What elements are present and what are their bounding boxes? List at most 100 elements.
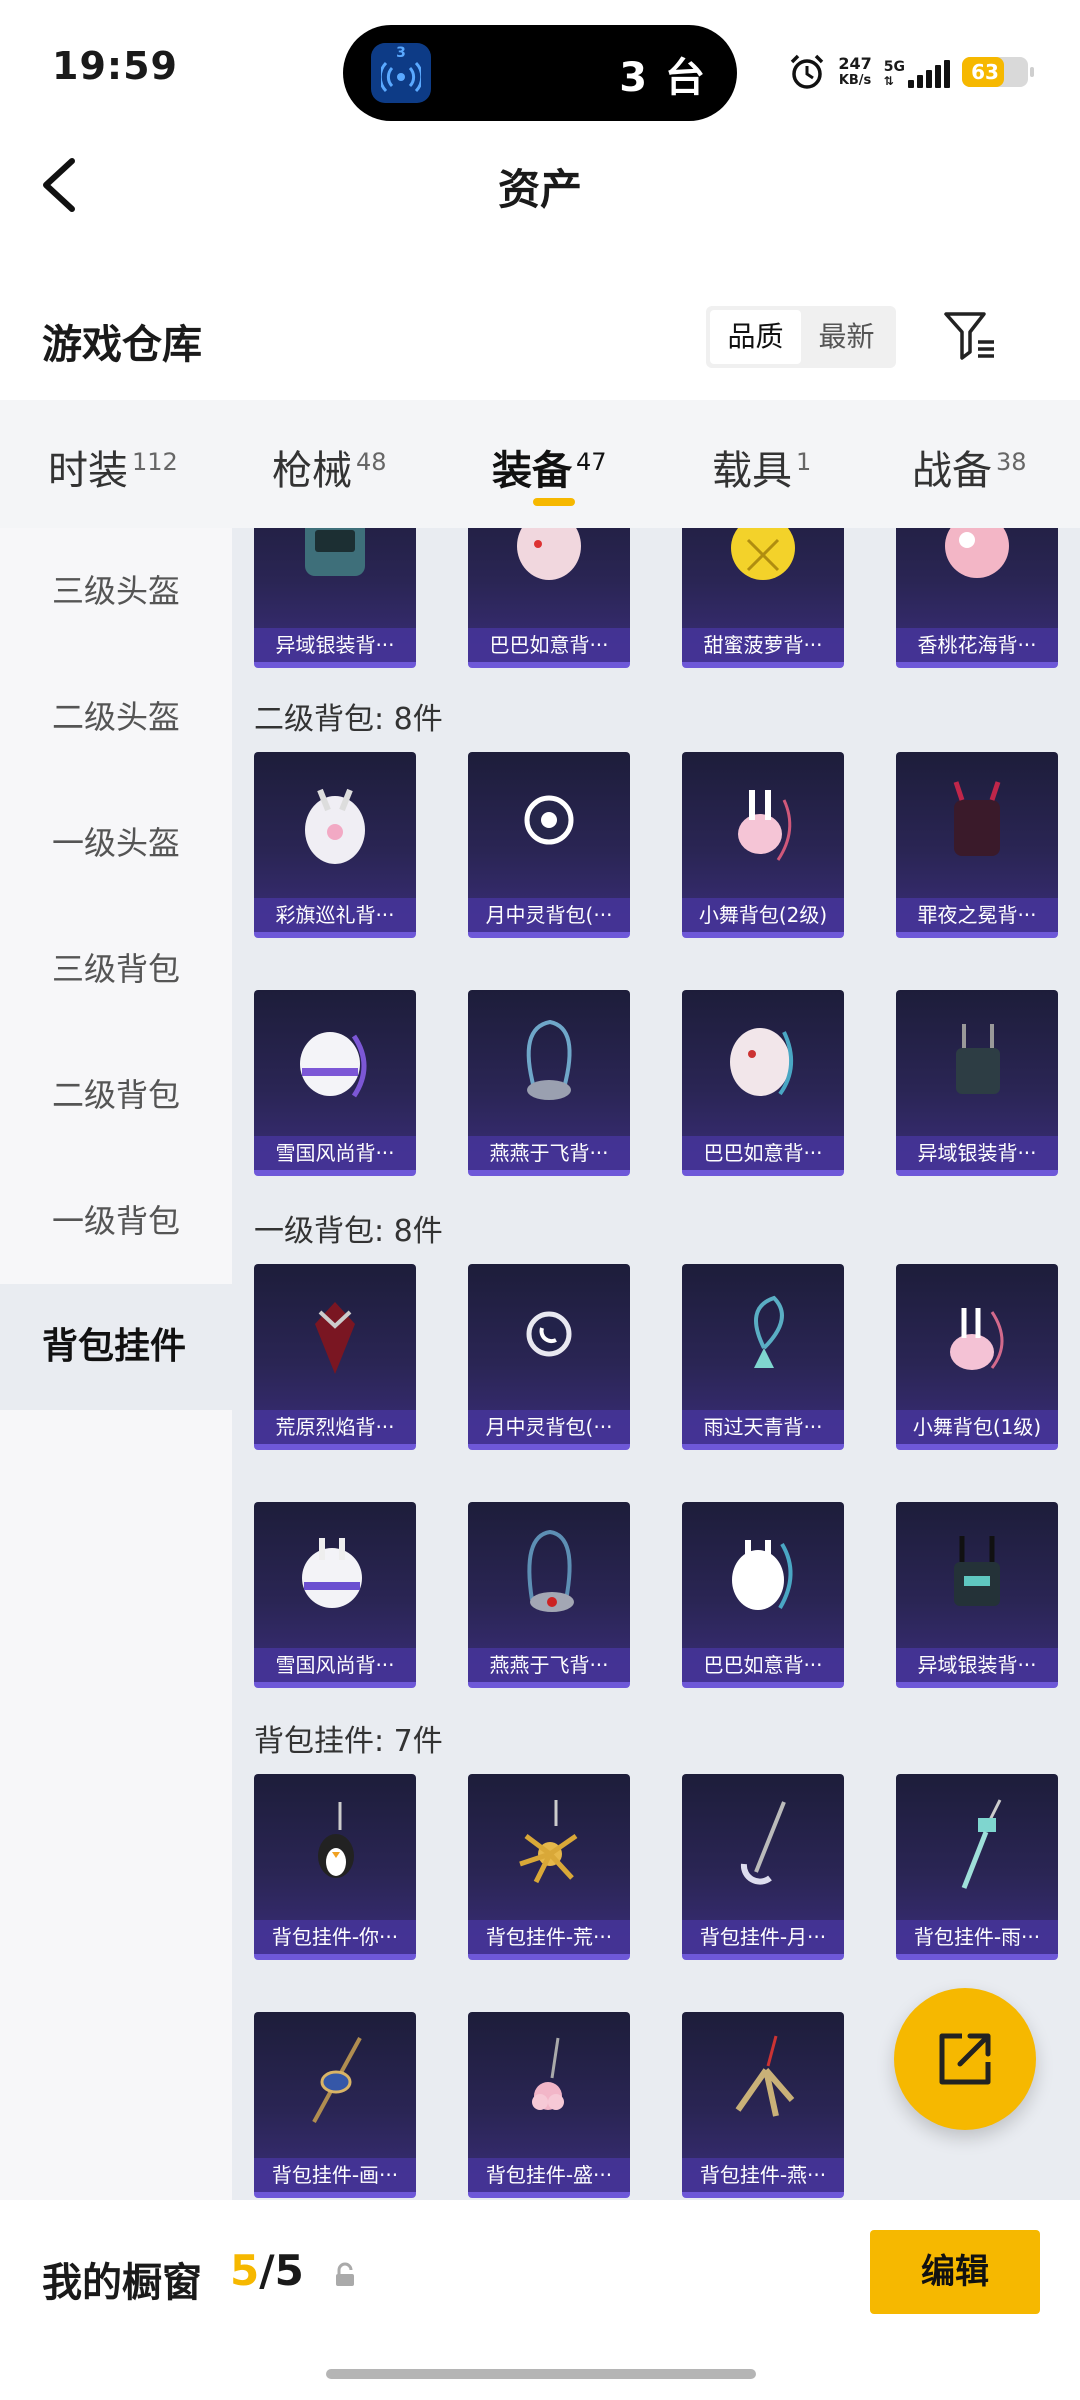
group-title: 二级背包: 8件 [254, 702, 443, 737]
item-card[interactable]: 甜蜜菠萝背··· [682, 528, 844, 668]
backpack-icon [945, 528, 1009, 578]
tab-guns[interactable]: 枪械 48 [272, 438, 387, 496]
item-card[interactable]: 月中灵背包(··· [468, 1264, 630, 1450]
backpack-icon [524, 795, 574, 845]
item-card[interactable]: 异域银装背··· [896, 990, 1058, 1176]
backpack-icon [754, 1295, 784, 1368]
net-speed: 247 KB/s [838, 55, 871, 89]
share-button[interactable] [894, 1988, 1036, 2130]
pendant-icon [312, 2037, 362, 2123]
item-card[interactable]: 雪国风尚背··· [254, 990, 416, 1176]
backpack-icon [527, 1529, 574, 1612]
item-card[interactable]: 雪国风尚背··· [254, 1502, 416, 1688]
item-name: 彩旗巡礼背··· [254, 898, 416, 932]
item-name: 背包挂件-雨··· [896, 1920, 1058, 1954]
sidebar-item-backpack-3[interactable]: 三级背包 [0, 906, 232, 1032]
dynamic-island[interactable]: 3 3 台 [343, 25, 737, 121]
item-name: 燕燕于飞背··· [468, 1136, 630, 1170]
tab-supplies[interactable]: 战备 38 [912, 438, 1027, 496]
tab-label: 装备 [492, 448, 572, 494]
showcase-label: 我的橱窗 [42, 2260, 202, 2306]
item-card[interactable]: 背包挂件-荒··· [468, 1774, 630, 1960]
category-tabs: 时装 112 枪械 48 装备 47 载具 1 战备 38 [0, 400, 1080, 528]
sort-newest-button[interactable]: 最新 [801, 310, 892, 364]
item-card[interactable]: 小舞背包(2级) [682, 752, 844, 938]
status-time: 19:59 [52, 44, 178, 88]
sidebar-item-pendant[interactable]: 背包挂件 [0, 1284, 232, 1410]
backpack-icon [526, 1019, 572, 1100]
item-card[interactable]: 异域银装背··· [896, 1502, 1058, 1688]
share-external-icon [939, 2033, 991, 2085]
alarm-icon [791, 54, 824, 89]
backpack-icon [526, 1311, 572, 1357]
item-name: 罪夜之冕背··· [896, 898, 1058, 932]
status-bar: 19:59 3 3 台 247 KB/s 5G ⇅ 63 [0, 0, 1080, 140]
item-card[interactable]: 背包挂件-月··· [682, 1774, 844, 1960]
pendant-icon [961, 1799, 1002, 1889]
item-card[interactable]: 背包挂件-你··· [254, 1774, 416, 1960]
backpack-icon [956, 1024, 1000, 1094]
item-card[interactable]: 荒原烈焰背··· [254, 1264, 416, 1450]
tab-count: 112 [132, 447, 178, 476]
tab-vehicles[interactable]: 载具 1 [712, 438, 811, 496]
home-indicator[interactable] [326, 2369, 756, 2379]
pendant-icon [740, 1801, 786, 1885]
item-name: 背包挂件-盛··· [468, 2158, 630, 2192]
item-name: 背包挂件-月··· [682, 1920, 844, 1954]
item-card[interactable]: 燕燕于飞背··· [468, 1502, 630, 1688]
item-name: 异域银装背··· [896, 1136, 1058, 1170]
item-card[interactable]: 燕燕于飞背··· [468, 990, 630, 1176]
item-name: 背包挂件-荒··· [468, 1920, 630, 1954]
item-card[interactable]: 巴巴如意背··· [682, 1502, 844, 1688]
tab-equipment[interactable]: 装备 47 [492, 438, 607, 496]
group-title: 一级背包: 8件 [254, 1214, 443, 1249]
tab-label: 时装 [48, 448, 128, 494]
item-card[interactable]: 小舞背包(1级) [896, 1264, 1058, 1450]
sidebar-item-helmet-3[interactable]: 三级头盔 [0, 528, 232, 654]
backpack-icon [738, 790, 792, 861]
tab-count: 38 [996, 447, 1027, 476]
item-name: 小舞背包(1级) [896, 1410, 1058, 1444]
item-card[interactable]: 背包挂件-画··· [254, 2012, 416, 2198]
tab-fashion[interactable]: 时装 112 [48, 438, 178, 496]
tab-count: 47 [576, 447, 607, 476]
item-card[interactable]: 彩旗巡礼背··· [254, 752, 416, 938]
sidebar-item-backpack-1[interactable]: 一级背包 [0, 1158, 232, 1284]
item-grid: 异域银装背··· 巴巴如意背··· 甜蜜菠萝背··· 香桃花海背··· 二级背包… [232, 528, 1080, 2200]
item-card[interactable]: 月中灵背包(··· [468, 752, 630, 938]
item-card[interactable]: 香桃花海背··· [896, 528, 1058, 668]
pendant-icon [318, 1802, 354, 1878]
edit-button[interactable]: 编辑 [870, 2230, 1040, 2314]
sidebar-item-backpack-2[interactable]: 二级背包 [0, 1032, 232, 1158]
item-card[interactable]: 背包挂件-雨··· [896, 1774, 1058, 1960]
item-card[interactable]: 巴巴如意背··· [682, 990, 844, 1176]
showcase-current: 5 [230, 2246, 260, 2295]
broadcast-icon: 3 [371, 43, 431, 103]
network-type: 5G [883, 59, 905, 75]
backpack-icon [302, 1538, 362, 1608]
item-card[interactable]: 雨过天青背··· [682, 1264, 844, 1450]
sidebar-item-helmet-2[interactable]: 二级头盔 [0, 654, 232, 780]
backpack-icon [315, 1302, 355, 1374]
sidebar-item-helmet-1[interactable]: 一级头盔 [0, 780, 232, 906]
backpack-icon [305, 528, 365, 576]
lock-icon [336, 2262, 354, 2286]
item-name: 月中灵背包(··· [468, 898, 630, 932]
backpack-icon [950, 1308, 1004, 1370]
warehouse-title: 游戏仓库 [42, 322, 202, 368]
item-name: 甜蜜菠萝背··· [682, 628, 844, 662]
item-card[interactable]: 背包挂件-燕··· [682, 2012, 844, 2198]
item-name: 雪国风尚背··· [254, 1136, 416, 1170]
filter-icon[interactable] [940, 308, 1000, 364]
sort-toggle: 品质 最新 [706, 306, 896, 368]
sort-quality-button[interactable]: 品质 [710, 310, 801, 364]
item-card[interactable]: 背包挂件-盛··· [468, 2012, 630, 2198]
tab-label: 枪械 [272, 448, 352, 494]
item-name: 背包挂件-画··· [254, 2158, 416, 2192]
item-card[interactable]: 异域银装背··· [254, 528, 416, 668]
item-card[interactable]: 罪夜之冕背··· [896, 752, 1058, 938]
backpack-icon [300, 1032, 367, 1098]
backpack-icon [953, 781, 1001, 856]
item-card[interactable]: 巴巴如意背··· [468, 528, 630, 668]
tab-label: 载具 [712, 448, 792, 494]
